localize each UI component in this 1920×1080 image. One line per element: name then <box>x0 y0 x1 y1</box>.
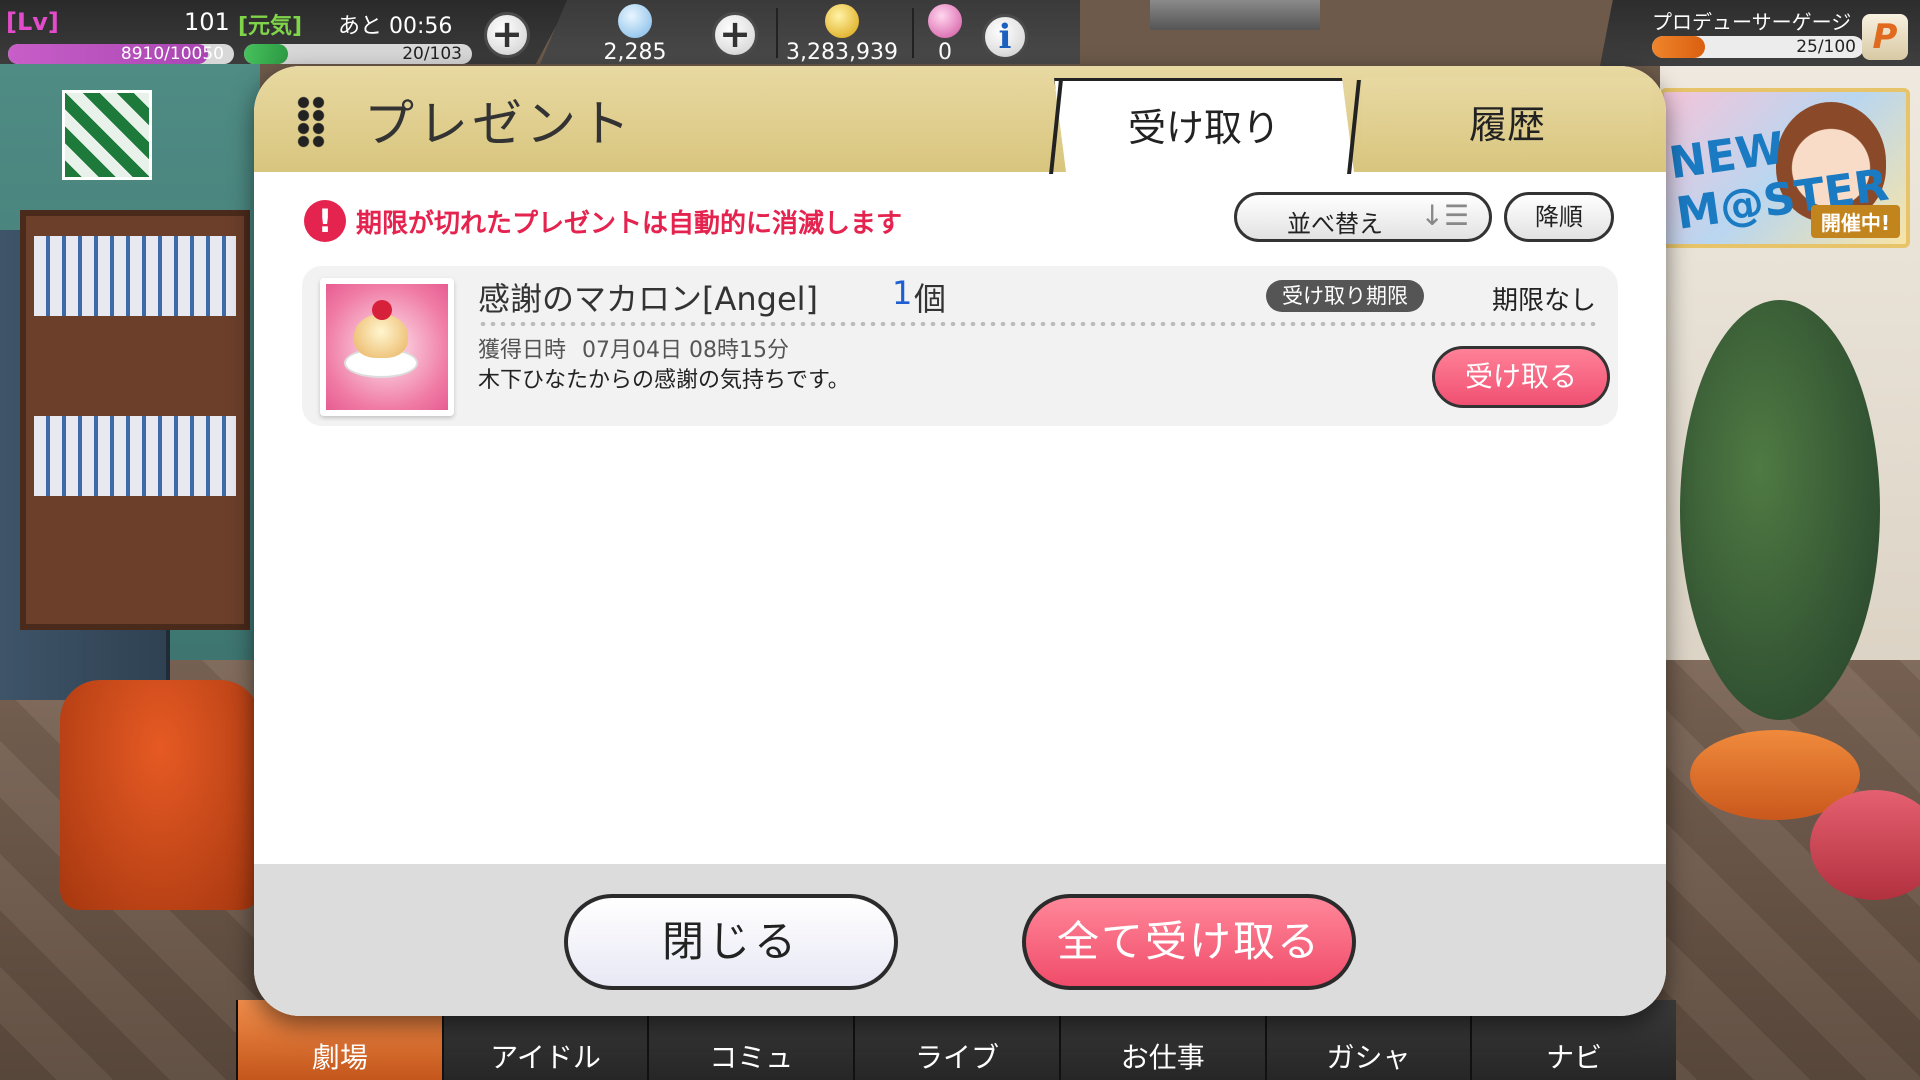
info-button[interactable]: i <box>982 14 1028 60</box>
divider <box>912 8 914 58</box>
gem-icon <box>618 4 652 38</box>
macaron-shape <box>354 314 408 358</box>
money-icon <box>825 4 859 38</box>
producer-gauge-fill <box>1652 36 1705 58</box>
producer-gauge[interactable]: プロデューサーゲージ 25/100 P <box>1600 0 1920 66</box>
dialog-header: プレゼント 受け取り 履歴 <box>254 66 1666 174</box>
warning-icon: ! <box>304 200 346 242</box>
producer-gauge-value: 25/100 <box>1796 37 1856 57</box>
item-unit: 個 <box>914 280 947 318</box>
acquired-label: 獲得日時 <box>478 338 567 363</box>
chair <box>60 680 260 910</box>
receive-all-button[interactable]: 全て受け取る <box>1022 894 1356 990</box>
macaron-icon <box>320 278 454 416</box>
producer-gauge-bar: 25/100 <box>1652 36 1864 58</box>
present-list: 感謝のマカロン[Angel] 1 個 受け取り期限 期限なし 獲得日時 07月0… <box>302 266 1618 426</box>
stamina-recovery-timer: あと 00:56 <box>338 14 453 39</box>
sort-button[interactable]: 並べ替え ↓☰ <box>1234 192 1492 242</box>
ticket-icon <box>928 4 962 38</box>
money-counter: 3,283,939 <box>782 4 902 65</box>
sort-icon: ↓☰ <box>1420 199 1469 232</box>
gem-value: 2,285 <box>603 40 667 65</box>
receive-button[interactable]: 受け取る <box>1432 346 1610 408</box>
ticket-value: 0 <box>938 40 952 65</box>
present-dialog: プレゼント 受け取り 履歴 ! 期限が切れたプレゼントは自動的に消滅します 並べ… <box>254 66 1666 1016</box>
divider <box>776 8 778 58</box>
xp-value: 8910/10050 <box>120 44 224 64</box>
money-value: 3,283,939 <box>786 40 898 65</box>
tab-divider <box>1347 80 1361 174</box>
strawberry-shape <box>372 300 392 320</box>
item-name: 感謝のマカロン[Angel] <box>478 280 819 318</box>
expiry-notice-text: 期限が切れたプレゼントは自動的に消滅します <box>356 208 903 239</box>
deadline-value: 期限なし <box>1492 286 1597 316</box>
plant <box>1680 300 1880 720</box>
close-button[interactable]: 閉じる <box>564 894 898 990</box>
gift-box <box>62 90 152 180</box>
event-status-badge: 開催中! <box>1810 205 1900 238</box>
status-bar: [Lv] 101 [元気] あと 00:56 8910/10050 20/103… <box>0 0 1920 70</box>
dialog-title: プレゼント <box>364 95 634 153</box>
producer-p-icon: P <box>1862 14 1908 60</box>
deadline-badge: 受け取り期限 <box>1266 280 1424 312</box>
stamina-bar-fill <box>244 44 289 64</box>
item-count: 1 <box>892 274 913 312</box>
sort-label: 並べ替え <box>1287 210 1383 238</box>
acquired-time: 07月04日 08時15分 <box>582 338 789 363</box>
stamina-bar: 20/103 <box>244 44 472 64</box>
ticket-counter: 0 <box>920 4 970 65</box>
event-banner[interactable]: NEW M@STER 開催中! <box>1660 88 1910 248</box>
bookshelf <box>20 210 250 630</box>
drag-handle-icon <box>296 96 326 148</box>
level-tag: [Lv] <box>6 8 59 36</box>
level-value: 101 <box>184 8 230 36</box>
tab-history[interactable]: 履歴 <box>1362 78 1652 172</box>
xp-bar: 8910/10050 <box>8 44 234 64</box>
expiry-notice: ! 期限が切れたプレゼントは自動的に消滅します <box>304 200 902 242</box>
dotted-divider <box>478 322 1600 326</box>
add-stamina-button[interactable]: + <box>484 12 530 58</box>
gem-counter: 2,285 <box>590 4 680 65</box>
list-item: 感謝のマカロン[Angel] 1 個 受け取り期限 期限なし 獲得日時 07月0… <box>302 266 1618 426</box>
order-toggle-button[interactable]: 降順 <box>1504 192 1614 242</box>
tab-receive[interactable]: 受け取り <box>1054 78 1354 172</box>
producer-gauge-label: プロデューサーゲージ <box>1652 10 1852 34</box>
stamina-value: 20/103 <box>402 44 462 64</box>
dialog-footer: 閉じる 全て受け取る <box>254 864 1666 1016</box>
add-gems-button[interactable]: + <box>712 12 758 58</box>
stamina-tag: [元気] <box>238 14 303 39</box>
item-description: 木下ひなたからの感謝の気持ちです。 <box>478 368 850 393</box>
